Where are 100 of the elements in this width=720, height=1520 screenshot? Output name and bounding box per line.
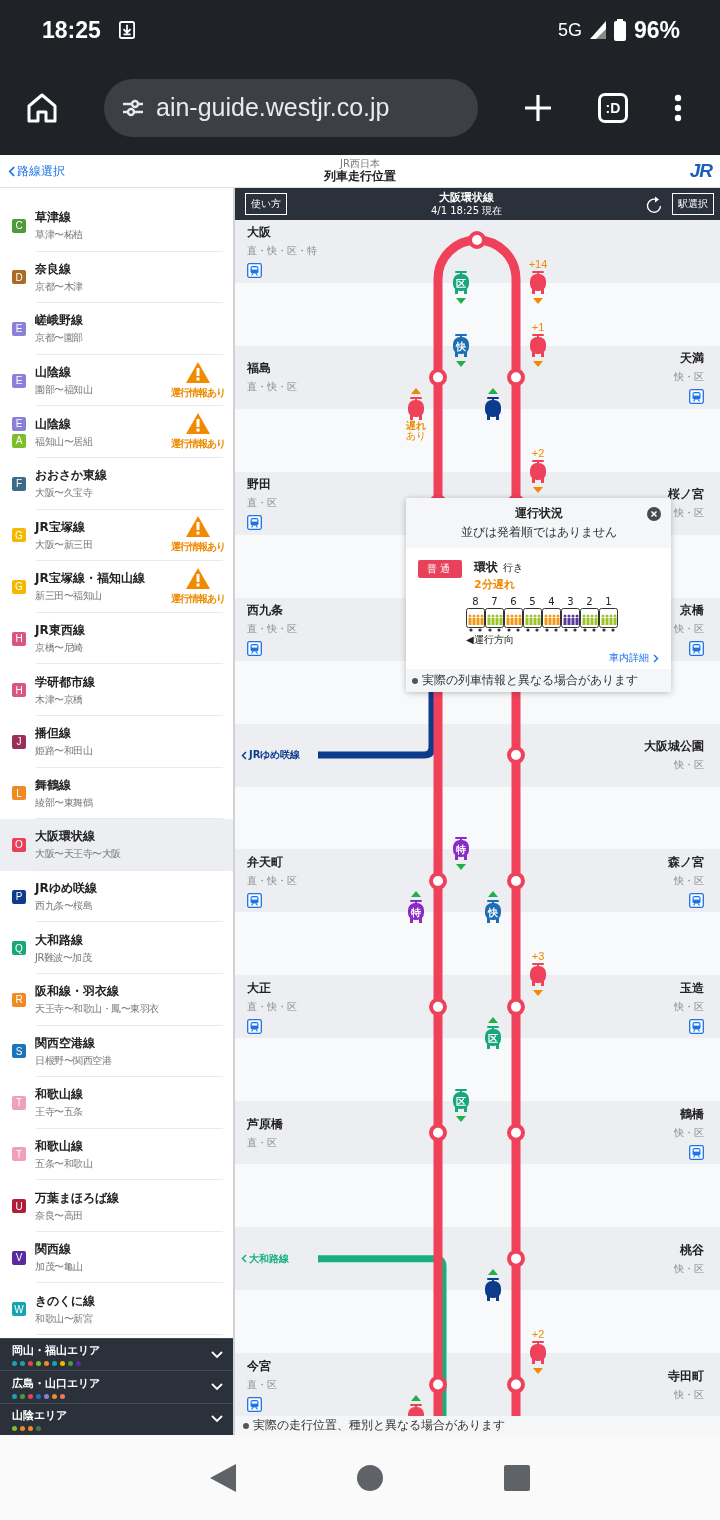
train-info-icon[interactable]	[247, 1396, 262, 1412]
line-list-item[interactable]: J 播但線 姫路〜和田山	[0, 715, 233, 768]
area-section[interactable]: 岡山・福山エリア	[0, 1338, 233, 1371]
station-node[interactable]	[429, 1123, 447, 1142]
train-info-icon[interactable]	[247, 263, 262, 279]
station-name[interactable]: 弁天町	[247, 853, 283, 871]
station-name[interactable]: 大正	[247, 979, 271, 997]
line-list-item[interactable]: G JR宝塚線・福知山線 新三田〜福知山 運行情報あり	[0, 561, 233, 613]
train-info-icon[interactable]	[247, 1018, 262, 1034]
train-info-icon[interactable]	[689, 892, 704, 908]
train-info-icon[interactable]	[247, 515, 262, 531]
train-marker[interactable]	[529, 333, 547, 358]
chevron-left-icon[interactable]	[8, 165, 15, 177]
refresh-icon[interactable]	[646, 195, 662, 213]
chevron-left-icon[interactable]	[241, 750, 247, 760]
station-name[interactable]: 今宮	[247, 1357, 271, 1375]
station-name[interactable]: 玉造	[680, 979, 704, 997]
back-link[interactable]: 路線選択	[17, 162, 65, 180]
station-node[interactable]	[507, 1249, 525, 1268]
line-list-item[interactable]: H 学研都市線 木津〜京橋	[0, 664, 233, 716]
area-section[interactable]: 山陰エリア	[0, 1402, 233, 1435]
back-icon[interactable]	[210, 1463, 237, 1492]
line-list-item[interactable]: H JR東西線 京橋〜尼崎	[0, 612, 233, 665]
line-list-item[interactable]: P JRゆめ咲線 西九条〜桜島	[0, 870, 233, 923]
station-name[interactable]: 大阪	[247, 224, 271, 242]
line-list-item[interactable]: G JR宝塚線 大阪〜新三田 運行情報あり	[0, 509, 233, 562]
train-marker[interactable]	[529, 270, 547, 295]
station-node[interactable]	[429, 368, 447, 387]
line-list-item[interactable]: S 関西空港線 日根野〜関西空港	[0, 1025, 233, 1078]
train-info-icon[interactable]	[689, 1018, 704, 1034]
train-info-icon[interactable]	[689, 641, 704, 657]
train-marker[interactable]	[529, 459, 547, 484]
line-list-item[interactable]: C 草津線 草津〜柘植	[0, 200, 233, 252]
line-code-badge: A	[12, 433, 26, 448]
station-node[interactable]	[507, 746, 525, 765]
line-range: 京都〜園部	[35, 331, 84, 346]
station-node[interactable]	[507, 871, 525, 890]
line-list-item[interactable]: O 大阪環状線 大阪〜天王寺〜大阪	[0, 819, 233, 871]
line-list-item[interactable]: E A 山陰線 福知山〜居組 運行情報あり	[0, 406, 233, 458]
line-list-item[interactable]: E 山陰線 園部〜福知山 運行情報あり	[0, 354, 233, 407]
line-list-item[interactable]: L 舞鶴線 綾部〜東舞鶴	[0, 767, 233, 820]
line-list-item[interactable]: W きのくに線 和歌山〜新宮	[0, 1283, 233, 1336]
home-button-icon[interactable]	[357, 1464, 383, 1491]
site-settings-icon[interactable]	[122, 98, 144, 117]
jr-logo[interactable]: JR	[689, 160, 712, 182]
home-icon[interactable]	[26, 92, 58, 123]
station-name[interactable]: 西九条	[247, 602, 283, 620]
close-icon[interactable]	[647, 507, 661, 521]
station-name[interactable]: 野田	[247, 476, 271, 494]
line-list-item[interactable]: T 和歌山線 五条〜和歌山	[0, 1128, 233, 1181]
station-name[interactable]: 鶴橋	[680, 1105, 704, 1123]
train-marker[interactable]	[529, 1341, 547, 1366]
station-node[interactable]	[429, 997, 447, 1016]
menu-icon[interactable]	[674, 93, 682, 122]
station-node[interactable]	[429, 1375, 447, 1394]
branch-line-link[interactable]: JRゆめ咲線	[249, 748, 301, 763]
line-list-item[interactable]: Q 大和路線 JR難波〜加茂	[0, 922, 233, 974]
train-marker[interactable]	[407, 396, 425, 421]
station-node[interactable]	[468, 231, 486, 249]
station-node[interactable]	[507, 1123, 525, 1142]
train-info-icon[interactable]	[689, 1144, 704, 1160]
line-list-item[interactable]: R 阪和線・羽衣線 天王寺〜和歌山・鳳〜東羽衣	[0, 973, 233, 1026]
train-info-icon[interactable]	[689, 389, 704, 405]
url-field[interactable]: ain-guide.westjr.co.jp	[104, 78, 478, 137]
station-node[interactable]	[507, 1375, 525, 1394]
train-marker[interactable]	[484, 1278, 502, 1303]
station-name[interactable]: 芦原橋	[247, 1115, 283, 1133]
train-marker[interactable]	[529, 963, 547, 988]
station-services: 快・区	[674, 999, 704, 1014]
line-list-item[interactable]: F おおさか東線 大阪〜久宝寺	[0, 457, 233, 510]
train-info-icon[interactable]	[247, 892, 262, 908]
station-name[interactable]: 天満	[680, 350, 704, 368]
new-tab-icon[interactable]	[524, 93, 552, 122]
line-list-item[interactable]: E 嵯峨野線 京都〜園部	[0, 303, 233, 355]
station-name[interactable]: 大阪城公園	[644, 738, 704, 756]
line-list-item[interactable]: U 万葉まほろば線 奈良〜高田	[0, 1180, 233, 1232]
station-node[interactable]	[507, 368, 525, 387]
station-node[interactable]	[507, 997, 525, 1016]
line-list-item[interactable]: D 奈良線 京都〜木津	[0, 251, 233, 304]
station-name[interactable]: 桃谷	[680, 1241, 704, 1259]
car-details-link[interactable]: 車内詳細	[609, 651, 649, 665]
station-name[interactable]: 福島	[247, 360, 271, 378]
station-select-button[interactable]: 駅選択	[672, 193, 714, 215]
car-number: 8	[472, 596, 479, 608]
station-name[interactable]: 寺田町	[668, 1367, 704, 1385]
train-marker[interactable]	[484, 396, 502, 421]
train-info-icon[interactable]	[247, 641, 262, 657]
chevron-right-icon[interactable]	[653, 653, 659, 663]
station-node[interactable]	[429, 871, 447, 890]
line-list-item[interactable]: V 関西線 加茂〜亀山	[0, 1231, 233, 1284]
station-name[interactable]: 森ノ宮	[668, 853, 704, 871]
station-name[interactable]: 桜ノ宮	[668, 486, 704, 504]
recents-icon[interactable]	[503, 1464, 530, 1491]
line-name: 嵯峨野線	[35, 312, 84, 330]
line-list-item[interactable]: T 和歌山線 王寺〜五条	[0, 1077, 233, 1129]
station-name[interactable]: 京橋	[680, 602, 704, 620]
line-range: 日根野〜関西空港	[35, 1053, 113, 1068]
help-button[interactable]: 使い方	[245, 193, 287, 215]
tab-switcher-button[interactable]: :D	[598, 92, 628, 123]
area-section[interactable]: 広島・山口エリア	[0, 1370, 233, 1403]
